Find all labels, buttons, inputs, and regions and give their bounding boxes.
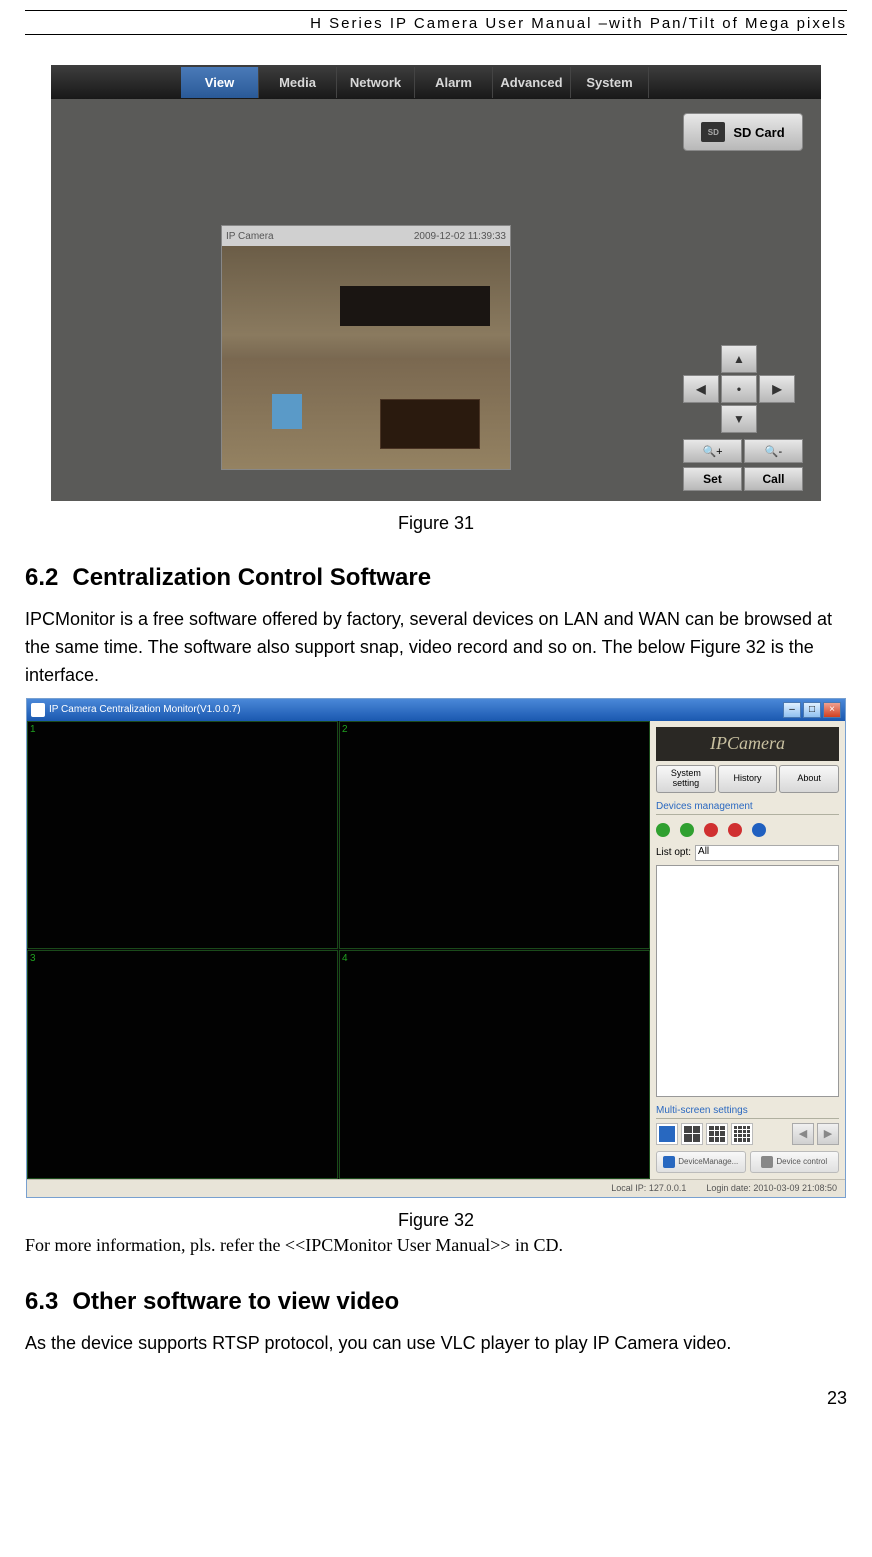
sd-card-label: SD Card [733,125,784,140]
tab-view[interactable]: View [181,67,259,98]
device-control-label: Device control [776,1157,827,1166]
camera-nav: View Media Network Alarm Advanced System [51,65,821,99]
video-cell-2[interactable]: 2 [339,721,650,950]
video-area: IP Camera 2009-12-02 11:39:33 [221,225,511,470]
section-number: 6.3 [25,1288,58,1315]
status-date-label: Login date: [706,1183,751,1193]
cell-number: 1 [30,724,36,735]
status-date-value: 2010-03-09 21:08:50 [753,1183,837,1193]
layout-16-button[interactable] [731,1123,753,1145]
tab-media[interactable]: Media [259,67,337,98]
page-header: H Series IP Camera User Manual –with Pan… [25,15,847,35]
ipcamera-logo: IPCamera [656,727,839,761]
tab-advanced[interactable]: Advanced [493,67,571,98]
maximize-button[interactable]: □ [803,702,821,718]
gear-icon [761,1156,773,1168]
ptz-up-button[interactable]: ▲ [721,345,757,373]
layout-4-button[interactable] [681,1123,703,1145]
ipc-sidebar: IPCamera System setting History About De… [650,721,845,1179]
status-bar: Local IP: 127.0.0.1 Login date: 2010-03-… [27,1179,845,1197]
video-feed [222,246,510,469]
video-cell-4[interactable]: 4 [339,950,650,1179]
status-ip-label: Local IP: [611,1183,646,1193]
ptz-controls: ▲ ◀ • ▶ ▼ 🔍+ 🔍- Set Call [683,345,803,491]
system-setting-button[interactable]: System setting [656,765,716,793]
tab-alarm[interactable]: Alarm [415,67,493,98]
page-next-button[interactable]: ▶ [817,1123,839,1145]
device-manage-button[interactable]: DeviceManage... [656,1151,746,1173]
listopt-label: List opt: [656,847,691,858]
listopt-select[interactable]: All [695,845,839,861]
add-device-icon[interactable] [656,823,670,837]
window-title: IP Camera Centralization Monitor(V1.0.0.… [49,704,241,715]
ptz-down-button[interactable]: ▼ [721,405,757,433]
figure31-caption: Figure 31 [25,513,847,534]
devices-management-label: Devices management [656,799,839,815]
about-button[interactable]: About [779,765,839,793]
window-titlebar: IP Camera Centralization Monitor(V1.0.0.… [27,699,845,721]
sd-card-icon: SD [701,122,725,142]
ptz-left-button[interactable]: ◀ [683,375,719,403]
tab-system[interactable]: System [571,67,649,98]
info-line: For more information, pls. refer the <<I… [25,1235,847,1256]
minimize-button[interactable]: – [783,702,801,718]
section-title: Other software to view video [72,1288,399,1315]
info-device-icon[interactable] [752,823,766,837]
page-prev-button[interactable]: ◀ [792,1123,814,1145]
status-ip-value: 127.0.0.1 [649,1183,687,1193]
video-timestamp: 2009-12-02 11:39:33 [414,231,506,242]
camera-ui-screenshot: View Media Network Alarm Advanced System… [51,65,821,501]
zoom-in-button[interactable]: 🔍+ [683,439,742,463]
stop-device-icon[interactable] [728,823,742,837]
video-grid: 1 2 3 4 [27,721,650,1179]
section-title: Centralization Control Software [72,564,431,591]
video-cell-3[interactable]: 3 [27,950,338,1179]
set-button[interactable]: Set [683,467,742,491]
refresh-device-icon[interactable] [680,823,694,837]
remove-device-icon[interactable] [704,823,718,837]
video-title: IP Camera [226,231,274,242]
gear-icon [663,1156,675,1168]
device-control-button[interactable]: Device control [750,1151,840,1173]
cell-number: 2 [342,724,348,735]
section-number: 6.2 [25,564,58,591]
ptz-center-button[interactable]: • [721,375,757,403]
zoom-out-button[interactable]: 🔍- [744,439,803,463]
device-toolbar [656,819,839,841]
tab-network[interactable]: Network [337,67,415,98]
device-list[interactable] [656,865,839,1097]
cell-number: 4 [342,953,348,964]
figure32-caption: Figure 32 [25,1210,847,1231]
multiscreen-label: Multi-screen settings [656,1103,839,1119]
video-cell-1[interactable]: 1 [27,721,338,950]
sd-card-button[interactable]: SD SD Card [683,113,803,151]
device-manage-label: DeviceManage... [678,1157,738,1166]
layout-9-button[interactable] [706,1123,728,1145]
ipcmonitor-screenshot: IP Camera Centralization Monitor(V1.0.0.… [26,698,846,1198]
call-button[interactable]: Call [744,467,803,491]
section-6-2-body: IPCMonitor is a free software offered by… [25,606,847,690]
section-6-3-body: As the device supports RTSP protocol, yo… [25,1330,847,1358]
layout-1-button[interactable] [656,1123,678,1145]
page-number: 23 [25,1388,847,1409]
section-6-3-heading: 6.3 Other software to view video [25,1288,847,1316]
ptz-right-button[interactable]: ▶ [759,375,795,403]
section-6-2-heading: 6.2 Centralization Control Software [25,564,847,592]
cell-number: 3 [30,953,36,964]
history-button[interactable]: History [718,765,778,793]
app-icon [31,703,45,717]
close-button[interactable]: × [823,702,841,718]
